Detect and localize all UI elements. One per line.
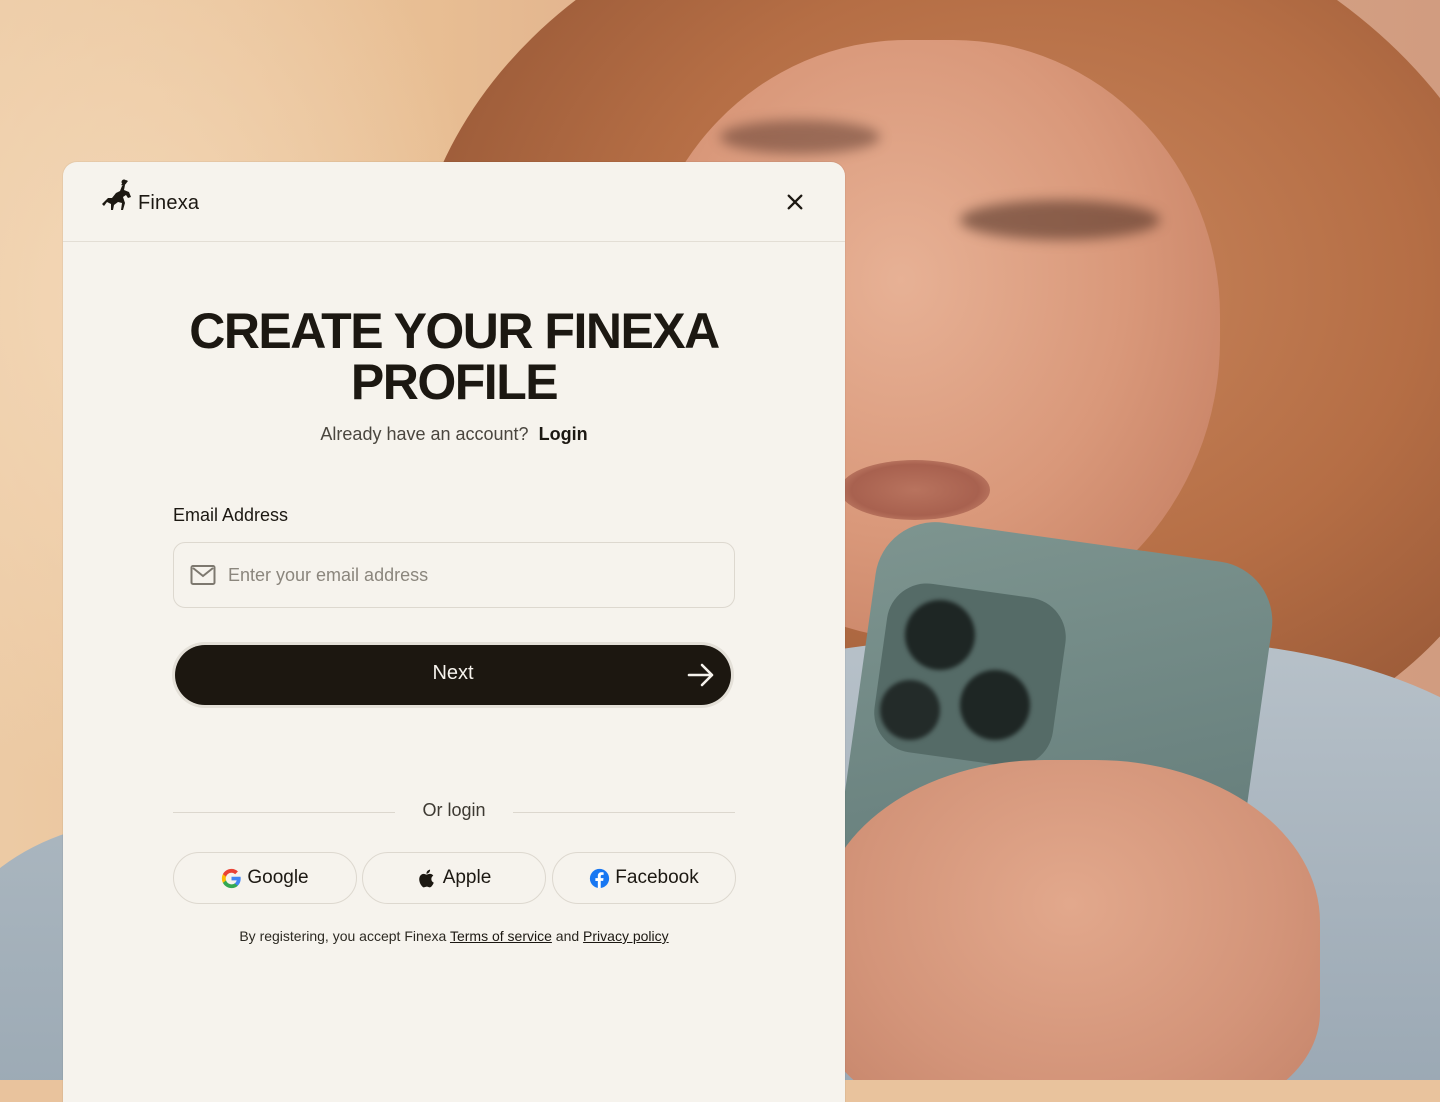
page-title: CREATE YOUR FINEXA PROFILE [63,306,845,408]
arrow-right-icon [687,662,715,688]
google-login-label: Google [247,867,309,888]
mail-icon [190,564,216,586]
social-login-row: Google Apple Facebook [173,852,736,904]
or-divider: Or login [173,800,735,824]
facebook-login-label: Facebook [615,867,699,888]
brand-name: Finexa [138,191,200,214]
apple-login-label: Apple [442,867,492,888]
divider-text: Or login [422,800,486,820]
email-field[interactable] [173,542,735,608]
divider-line-right [513,812,735,813]
close-button[interactable] [781,188,809,216]
apple-login-button[interactable]: Apple [362,852,546,904]
facebook-login-button[interactable]: Facebook [552,852,736,904]
login-prompt: Already have an account? Login [63,424,845,445]
page-title-line-1: CREATE YOUR FINEXA [189,303,720,359]
next-button[interactable]: Next [175,645,731,705]
legal-prefix: By registering, you accept Finexa [239,928,447,944]
legal-notice: By registering, you accept Finexa Terms … [63,928,845,944]
login-link[interactable]: Login [539,424,588,444]
login-prompt-text: Already have an account? [320,424,529,444]
google-icon [222,868,242,888]
terms-of-service-link[interactable]: Terms of service [450,928,552,944]
next-button-label: Next [432,662,474,684]
apple-icon [418,869,434,887]
email-label: Email Address [173,505,289,525]
page-title-line-2: PROFILE [350,354,559,410]
privacy-policy-link[interactable]: Privacy policy [583,928,669,944]
horse-rider-logo-icon [98,176,138,220]
google-login-button[interactable]: Google [173,852,357,904]
close-icon [787,194,803,210]
facebook-icon [590,868,610,888]
modal-header: Finexa [63,162,845,242]
legal-joiner: and [555,928,580,944]
brand-logo[interactable]: Finexa [98,176,199,220]
signup-modal: Finexa CREATE YOUR FINEXA PROFILE Alread… [63,162,845,1102]
email-input[interactable] [226,563,710,587]
